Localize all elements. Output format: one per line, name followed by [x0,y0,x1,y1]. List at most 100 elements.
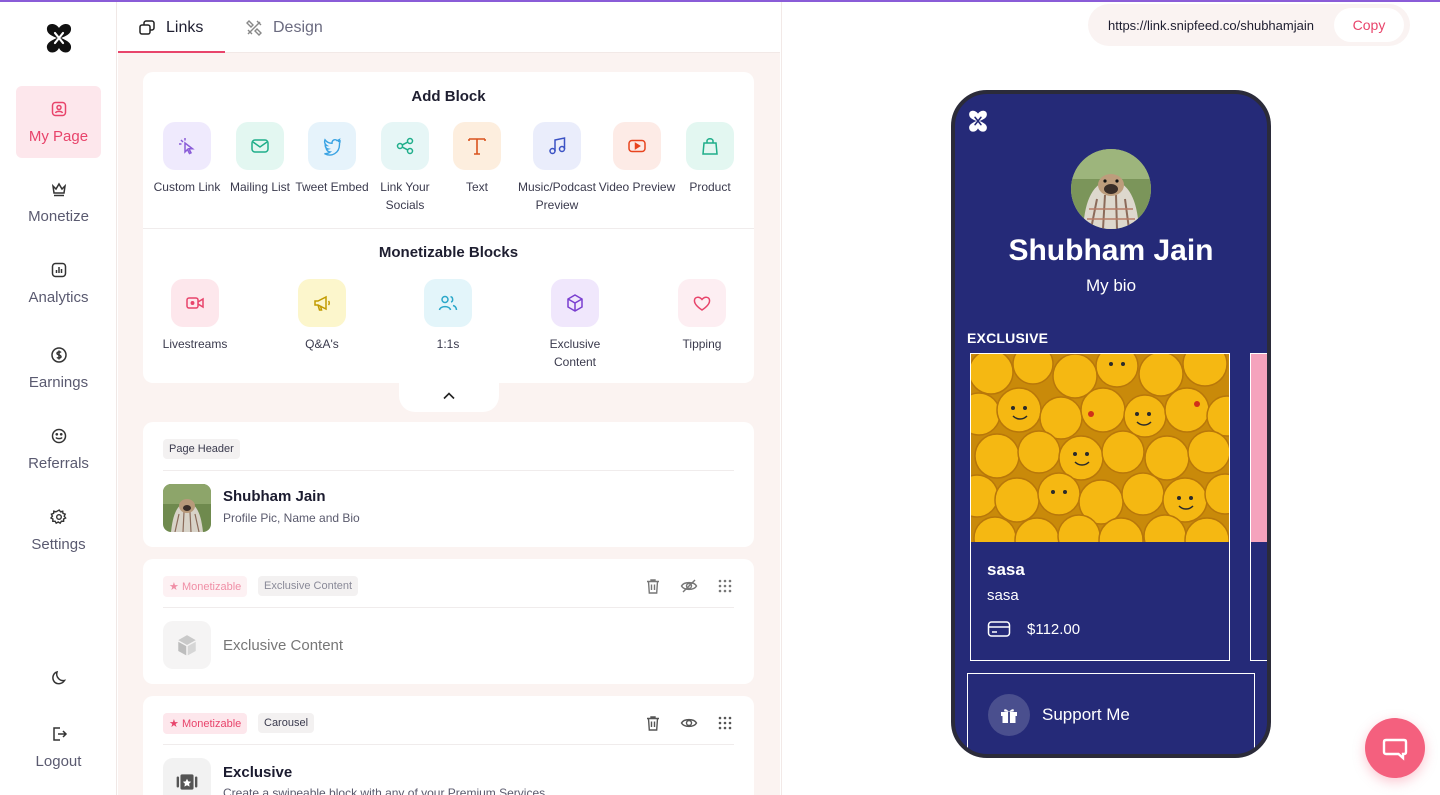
block-livestreams[interactable]: Livestreams [150,279,240,353]
mail-icon [251,139,269,153]
divider [163,470,734,471]
block-actions [644,714,734,732]
block-icon-tile [453,122,501,170]
monetizable-chip: ★ Monetizable [163,576,248,597]
gift-icon [1001,709,1017,723]
monetizable-blocks-title: Monetizable Blocks [378,244,519,261]
pointer-click-icon [179,138,195,155]
block-product[interactable]: Product [665,122,755,196]
block-icon-tile [613,122,661,170]
eye-icon[interactable] [680,714,698,732]
chip-label: Monetizable [181,581,242,593]
carousel-subtitle: Create a swipeable block with any of you… [223,786,546,795]
block-music-podcast-preview[interactable]: Music/Podcast Preview [512,122,602,214]
sidebar-item-referrals[interactable]: Referrals [16,413,101,485]
block-tipping[interactable]: Tipping [657,279,747,353]
drag-handle-icon[interactable] [716,714,734,732]
logout-button[interactable]: Logout [16,714,101,780]
block-icon-tile [678,279,726,327]
exclusive-content-title: Exclusive Content [223,637,344,654]
block-icon-tile [686,122,734,170]
profile-bio: My bio [1085,276,1137,295]
tab-design[interactable]: Design [245,2,323,53]
credit-card-icon [987,621,1011,637]
block-icon-tile [308,122,356,170]
block-icon-tile [381,122,429,170]
sidebar-item-earnings[interactable]: Earnings [16,332,101,404]
eye-off-icon[interactable] [680,577,698,595]
chat-icon [1382,738,1408,761]
sidebar-item-my-page[interactable]: My Page [16,86,101,158]
twitter-icon [323,138,341,156]
block-label: Music/Podcast Preview [517,180,597,212]
logout-label: Logout [35,752,82,770]
dollar-icon [50,346,67,363]
cube-icon [178,635,196,656]
carousel-icon [176,774,198,790]
profile-name: Shubham Jain [1008,234,1214,267]
section-heading: EXCLUSIVE [967,330,1049,346]
sidebar-item-analytics[interactable]: Analytics [16,247,101,319]
block-one-on-ones[interactable]: 1:1s [403,279,493,353]
chat-button[interactable] [1365,718,1425,778]
carousel-title: Exclusive [223,764,293,781]
next-product-card[interactable] [1250,353,1267,661]
carousel-card[interactable]: ★ Monetizable Carousel Exclusive Create … [143,696,754,795]
block-actions [644,577,734,595]
product-card[interactable]: sasa sasa $112.00 [970,353,1230,661]
type-chip: Carousel [258,713,315,733]
collapse-blocks-button[interactable] [399,380,499,412]
page-header-chip: Page Header [163,439,240,459]
block-icon-tile [171,279,219,327]
support-me-button[interactable]: Support Me [967,673,1255,754]
block-icon-tile [163,621,211,669]
sidebar-item-settings[interactable]: Settings [16,494,101,566]
star-icon: ★ [169,581,179,593]
logout-icon [52,726,67,741]
divider [163,607,734,608]
add-block-card: Add Block Custom Link Mailing List Tweet… [143,72,754,383]
block-label: Exclusive Content [549,337,601,369]
block-icon-tile [236,122,284,170]
snipfeed-logo[interactable] [44,22,74,54]
block-icon-tile [551,279,599,327]
drag-handle-icon[interactable] [716,577,734,595]
trash-icon[interactable] [644,714,662,732]
block-label: 1:1s [436,337,460,351]
trash-icon[interactable] [644,577,662,595]
product-subtitle: sasa [987,587,1019,604]
tab-label: Design [273,18,323,36]
tab-bar: Links Design [118,2,780,53]
exclusive-content-card[interactable]: ★ Monetizable Exclusive Content Exclusiv… [143,559,754,684]
editor-panel: Links Design Add Block Custom Link Maili… [118,2,780,795]
sidebar-item-label: My Page [28,127,89,145]
page-url-bar: https://link.snipfeed.co/shubhamjain Cop… [1088,4,1410,46]
sidebar-item-monetize[interactable]: Monetize [16,166,101,238]
megaphone-icon [314,295,330,311]
moon-icon[interactable] [50,669,68,687]
divider [143,228,754,229]
page-header-subtitle: Profile Pic, Name and Bio [223,511,360,525]
block-exclusive-content[interactable]: Exclusive Content [530,279,620,371]
page-header-name: Shubham Jain [223,488,326,505]
product-price: $112.00 [1027,620,1081,638]
block-icon-tile [533,122,581,170]
profile-avatar [1071,149,1151,229]
sidebar-item-label: Analytics [28,288,89,306]
block-text[interactable]: Text [432,122,522,196]
tab-links[interactable]: Links [138,2,203,53]
snipfeed-logo [969,110,987,132]
block-label: Tipping [682,337,722,351]
sidebar-item-label: Settings [31,535,86,553]
sidebar-item-label: Earnings [28,373,89,391]
text-icon [468,138,486,155]
copy-url-button[interactable]: Copy [1334,8,1404,42]
pug-avatar-image [1071,149,1151,229]
pug-avatar-image [163,484,211,532]
page-url[interactable]: https://link.snipfeed.co/shubhamjain [1108,18,1314,33]
smile-icon [51,428,66,443]
my-page-icon [51,101,66,116]
page-header-card[interactable]: Page Header Shubham Jain Profile Pic, Na… [143,422,754,547]
block-label: Text [465,180,488,194]
block-qas[interactable]: Q&A's [277,279,367,353]
